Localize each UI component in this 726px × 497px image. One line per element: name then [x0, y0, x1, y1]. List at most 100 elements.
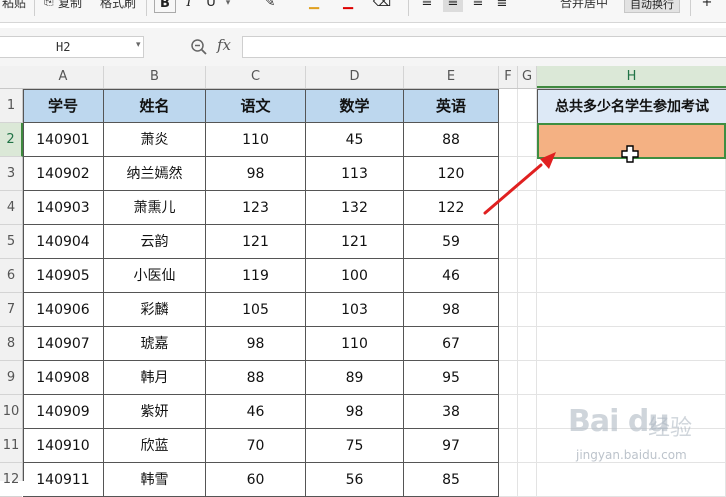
align-center-icon[interactable]: ≡: [443, 0, 463, 12]
cell-a1[interactable]: 学号: [23, 89, 104, 123]
cell-f12[interactable]: [499, 463, 518, 497]
cell-a9[interactable]: 140908: [23, 361, 104, 395]
chevron-down-icon[interactable]: ▾: [223, 0, 233, 12]
copy-button[interactable]: 复制: [58, 0, 82, 11]
cell-f1[interactable]: [499, 89, 518, 123]
wrap-text-button[interactable]: 自动换行: [624, 0, 680, 13]
cell-c5[interactable]: 121: [206, 225, 306, 259]
column-header-f[interactable]: F: [499, 66, 518, 88]
row-header-9[interactable]: 9: [0, 361, 22, 395]
cell-d1[interactable]: 数学: [306, 89, 404, 123]
cell-e5[interactable]: 59: [404, 225, 499, 259]
row-header-6[interactable]: 6: [0, 259, 22, 293]
cell-g5[interactable]: [518, 225, 537, 259]
cell-b9[interactable]: 韩月: [104, 361, 206, 395]
function-icon[interactable]: fx: [217, 36, 231, 54]
cell-g11[interactable]: [518, 429, 537, 463]
cell-f2[interactable]: [499, 123, 518, 157]
cell-e9[interactable]: 95: [404, 361, 499, 395]
cell-g8[interactable]: [518, 327, 537, 361]
underline-icon[interactable]: U: [203, 0, 219, 12]
cell-d6[interactable]: 100: [306, 259, 404, 293]
cell-f11[interactable]: [499, 429, 518, 463]
column-header-h[interactable]: H: [537, 66, 726, 88]
cell-c6[interactable]: 119: [206, 259, 306, 293]
merge-center-button[interactable]: 合并居中: [560, 0, 608, 11]
cell-e2[interactable]: 88: [404, 123, 499, 157]
cell-c3[interactable]: 98: [206, 157, 306, 191]
cell-d7[interactable]: 103: [306, 293, 404, 327]
cell-a4[interactable]: 140903: [23, 191, 104, 225]
cell-f10[interactable]: [499, 395, 518, 429]
cell-d9[interactable]: 89: [306, 361, 404, 395]
font-color-icon[interactable]: ▁: [338, 0, 358, 12]
row-header-4[interactable]: 4: [0, 191, 22, 225]
cell-b5[interactable]: 云韵: [104, 225, 206, 259]
clear-icon[interactable]: ⌫: [372, 0, 392, 12]
column-header-g[interactable]: G: [518, 66, 537, 88]
copy-icon[interactable]: ⎘: [44, 0, 54, 9]
row-header-3[interactable]: 3: [0, 157, 22, 191]
cell-c7[interactable]: 105: [206, 293, 306, 327]
row-header-12[interactable]: 12: [0, 463, 22, 497]
cell-c12[interactable]: 60: [206, 463, 306, 497]
row-header-5[interactable]: 5: [0, 225, 22, 259]
cell-b12[interactable]: 韩雪: [104, 463, 206, 497]
cell-g3[interactable]: [518, 157, 537, 191]
cell-d5[interactable]: 121: [306, 225, 404, 259]
cell-a12[interactable]: 140911: [23, 463, 104, 497]
cell-g4[interactable]: [518, 191, 537, 225]
cell-e3[interactable]: 120: [404, 157, 499, 191]
cell-f8[interactable]: [499, 327, 518, 361]
cell-g2[interactable]: [518, 123, 537, 157]
cell-h6[interactable]: [537, 259, 726, 293]
cell-e11[interactable]: 97: [404, 429, 499, 463]
cell-d2[interactable]: 45: [306, 123, 404, 157]
paste-button[interactable]: 粘贴: [2, 0, 26, 11]
italic-button[interactable]: I: [182, 0, 196, 12]
cell-c2[interactable]: 110: [206, 123, 306, 157]
cell-a5[interactable]: 140904: [23, 225, 104, 259]
column-header-a[interactable]: A: [23, 66, 104, 88]
cell-a8[interactable]: 140907: [23, 327, 104, 361]
cell-h7[interactable]: [537, 293, 726, 327]
cell-f3[interactable]: [499, 157, 518, 191]
chevron-down-icon[interactable]: ▾: [136, 40, 141, 50]
row-header-8[interactable]: 8: [0, 327, 22, 361]
row-header-7[interactable]: 7: [0, 293, 22, 327]
cell-g6[interactable]: [518, 259, 537, 293]
cell-e7[interactable]: 98: [404, 293, 499, 327]
cell-c4[interactable]: 123: [206, 191, 306, 225]
border-icon[interactable]: ✎: [260, 0, 280, 12]
cell-b8[interactable]: 琥嘉: [104, 327, 206, 361]
align-left-icon[interactable]: ≡: [418, 0, 436, 12]
cell-g12[interactable]: [518, 463, 537, 497]
row-header-11[interactable]: 11: [0, 429, 22, 463]
cell-e8[interactable]: 67: [404, 327, 499, 361]
cell-b3[interactable]: 纳兰嫣然: [104, 157, 206, 191]
cell-e1[interactable]: 英语: [404, 89, 499, 123]
formula-input[interactable]: [242, 36, 726, 58]
cell-e6[interactable]: 46: [404, 259, 499, 293]
cell-b6[interactable]: 小医仙: [104, 259, 206, 293]
cell-d11[interactable]: 75: [306, 429, 404, 463]
column-header-d[interactable]: D: [306, 66, 404, 88]
cell-c11[interactable]: 70: [206, 429, 306, 463]
cell-f5[interactable]: [499, 225, 518, 259]
column-header-b[interactable]: B: [104, 66, 206, 88]
cell-g10[interactable]: [518, 395, 537, 429]
name-box[interactable]: H2: [0, 36, 144, 58]
cell-d4[interactable]: 132: [306, 191, 404, 225]
cell-g9[interactable]: [518, 361, 537, 395]
cell-e10[interactable]: 38: [404, 395, 499, 429]
cell-d12[interactable]: 56: [306, 463, 404, 497]
cell-f6[interactable]: [499, 259, 518, 293]
cell-g7[interactable]: [518, 293, 537, 327]
column-header-e[interactable]: E: [404, 66, 499, 88]
cell-b7[interactable]: 彩麟: [104, 293, 206, 327]
zoom-icon[interactable]: [190, 38, 208, 56]
cell-a6[interactable]: 140905: [23, 259, 104, 293]
cell-h5[interactable]: [537, 225, 726, 259]
cell-f7[interactable]: [499, 293, 518, 327]
cell-c8[interactable]: 98: [206, 327, 306, 361]
